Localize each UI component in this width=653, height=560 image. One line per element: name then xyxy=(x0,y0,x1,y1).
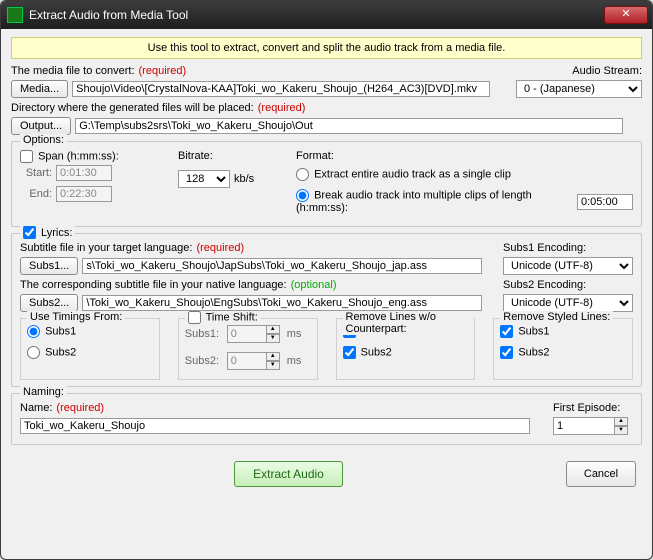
cancel-button[interactable]: Cancel xyxy=(566,461,636,487)
styled-subs1-checkbox[interactable] xyxy=(500,325,513,338)
app-window: Extract Audio from Media Tool ✕ Use this… xyxy=(0,0,653,560)
shift-subs1-input xyxy=(227,325,267,343)
timings-subs2-radio[interactable] xyxy=(27,346,40,359)
media-label-row: The media file to convert: (required) Au… xyxy=(11,65,642,77)
span-checkbox-label[interactable]: Span (h:mm:ss): xyxy=(20,150,160,163)
timings-subs1-label[interactable]: Subs1 xyxy=(27,325,153,338)
subs1-browse-button[interactable]: Subs1... xyxy=(20,257,78,275)
timeshift-checkbox[interactable] xyxy=(188,311,201,324)
output-path-input[interactable] xyxy=(75,118,623,134)
subs1-required: (required) xyxy=(196,242,244,254)
footer: Extract Audio Cancel xyxy=(1,453,652,495)
first-episode-input[interactable] xyxy=(553,417,615,435)
styled-subs1-label[interactable]: Subs1 xyxy=(500,325,626,338)
output-label-row: Directory where the generated files will… xyxy=(11,102,642,114)
lyrics-group: Lyrics: Subtitle file in your target lan… xyxy=(11,233,642,387)
media-label: The media file to convert: xyxy=(11,65,135,77)
lyrics-sub-options: Use Timings From: Subs1 Subs2 Time Shift… xyxy=(20,318,633,380)
name-label: Name: xyxy=(20,402,52,414)
close-button[interactable]: ✕ xyxy=(604,6,648,24)
format-split-radio[interactable] xyxy=(296,189,309,202)
media-input-row: Media... 0 - (Japanese) xyxy=(11,80,642,98)
timings-subs2-label[interactable]: Subs2 xyxy=(27,346,153,359)
span-end-label: End: xyxy=(20,188,52,200)
window-title: Extract Audio from Media Tool xyxy=(29,8,604,22)
remove-styled-group: Remove Styled Lines: Subs1 Subs2 xyxy=(493,318,633,380)
bitrate-unit: kb/s xyxy=(234,173,254,185)
shift-subs1-down: ▼ xyxy=(266,334,280,343)
episode-up[interactable]: ▲ xyxy=(614,417,628,426)
shift-subs2-down: ▼ xyxy=(266,361,280,370)
lyrics-checkbox[interactable] xyxy=(23,226,36,239)
extract-audio-button[interactable]: Extract Audio xyxy=(234,461,343,487)
span-end-input xyxy=(56,186,112,202)
timings-group: Use Timings From: Subs1 Subs2 xyxy=(20,318,160,380)
clip-length-input[interactable] xyxy=(577,194,633,210)
name-input[interactable] xyxy=(20,418,530,434)
lyrics-legend[interactable]: Lyrics: xyxy=(20,226,75,239)
bitrate-block: Bitrate: 128 kb/s xyxy=(178,150,278,191)
shift-subs2-unit: ms xyxy=(287,355,302,367)
format-single-label[interactable]: Extract entire audio track as a single c… xyxy=(296,168,633,181)
timeshift-group: Time Shift: Subs1:▲▼ms Subs2:▲▼ms xyxy=(178,318,318,380)
remove-styled-legend: Remove Styled Lines: xyxy=(500,311,613,323)
subs2-optional: (optional) xyxy=(291,279,337,291)
options-group: Options: Span (h:mm:ss): Start: End: Bit… xyxy=(11,141,642,227)
subs2-path-input[interactable] xyxy=(82,295,482,311)
output-input-row: Output... xyxy=(11,117,642,135)
timings-legend: Use Timings From: xyxy=(27,311,125,323)
span-block: Span (h:mm:ss): Start: End: xyxy=(20,150,160,205)
subs2-label: The corresponding subtitle file in your … xyxy=(20,279,287,291)
span-start-label: Start: xyxy=(20,167,52,179)
subs1-encoding-label: Subs1 Encoding: xyxy=(503,242,586,254)
timeshift-legend[interactable]: Time Shift: xyxy=(185,311,261,324)
remove-subs2-label[interactable]: Subs2 xyxy=(343,346,469,359)
subs2-browse-button[interactable]: Subs2... xyxy=(20,294,78,312)
naming-group: Naming: Name: (required) First Episode: … xyxy=(11,393,642,445)
format-label: Format: xyxy=(296,150,633,162)
format-block: Format: Extract entire audio track as a … xyxy=(296,150,633,217)
options-legend: Options: xyxy=(20,134,67,146)
subs2-encoding-label: Subs2 Encoding: xyxy=(503,279,586,291)
audio-stream-select[interactable]: 0 - (Japanese) xyxy=(516,80,642,98)
bitrate-select[interactable]: 128 xyxy=(178,170,230,188)
format-split-label[interactable]: Break audio track into multiple clips of… xyxy=(296,189,567,214)
subs1-path-input[interactable] xyxy=(82,258,482,274)
styled-subs2-label[interactable]: Subs2 xyxy=(500,346,626,359)
titlebar: Extract Audio from Media Tool ✕ xyxy=(1,1,652,29)
shift-subs1-label: Subs1: xyxy=(185,328,223,340)
output-browse-button[interactable]: Output... xyxy=(11,117,71,135)
client-area: Use this tool to extract, convert and sp… xyxy=(1,29,652,453)
remove-counterpart-legend: Remove Lines w/o Counterpart: xyxy=(343,311,475,335)
subs2-encoding-select[interactable]: Unicode (UTF-8) xyxy=(503,294,633,312)
timings-subs1-radio[interactable] xyxy=(27,325,40,338)
media-path-input[interactable] xyxy=(72,81,490,97)
output-required: (required) xyxy=(258,102,306,114)
naming-legend: Naming: xyxy=(20,386,67,398)
episode-down[interactable]: ▼ xyxy=(614,426,628,435)
span-checkbox[interactable] xyxy=(20,150,33,163)
media-required: (required) xyxy=(139,65,187,77)
audio-stream-label: Audio Stream: xyxy=(572,65,642,77)
info-banner: Use this tool to extract, convert and sp… xyxy=(11,37,642,59)
subs1-encoding-select[interactable]: Unicode (UTF-8) xyxy=(503,257,633,275)
styled-subs2-checkbox[interactable] xyxy=(500,346,513,359)
shift-subs2-input xyxy=(227,352,267,370)
remove-counterpart-group: Remove Lines w/o Counterpart: Subs1 Subs… xyxy=(336,318,476,380)
name-required: (required) xyxy=(56,402,104,414)
remove-subs2-checkbox[interactable] xyxy=(343,346,356,359)
app-icon xyxy=(7,7,23,23)
output-label: Directory where the generated files will… xyxy=(11,102,254,114)
media-browse-button[interactable]: Media... xyxy=(11,80,68,98)
first-episode-label: First Episode: xyxy=(553,402,620,414)
subs1-label: Subtitle file in your target language: xyxy=(20,242,192,254)
shift-subs2-label: Subs2: xyxy=(185,355,223,367)
shift-subs1-unit: ms xyxy=(287,328,302,340)
shift-subs2-up: ▲ xyxy=(266,352,280,361)
bitrate-label: Bitrate: xyxy=(178,150,278,162)
format-single-radio[interactable] xyxy=(296,168,309,181)
shift-subs1-up: ▲ xyxy=(266,325,280,334)
span-start-input xyxy=(56,165,112,181)
